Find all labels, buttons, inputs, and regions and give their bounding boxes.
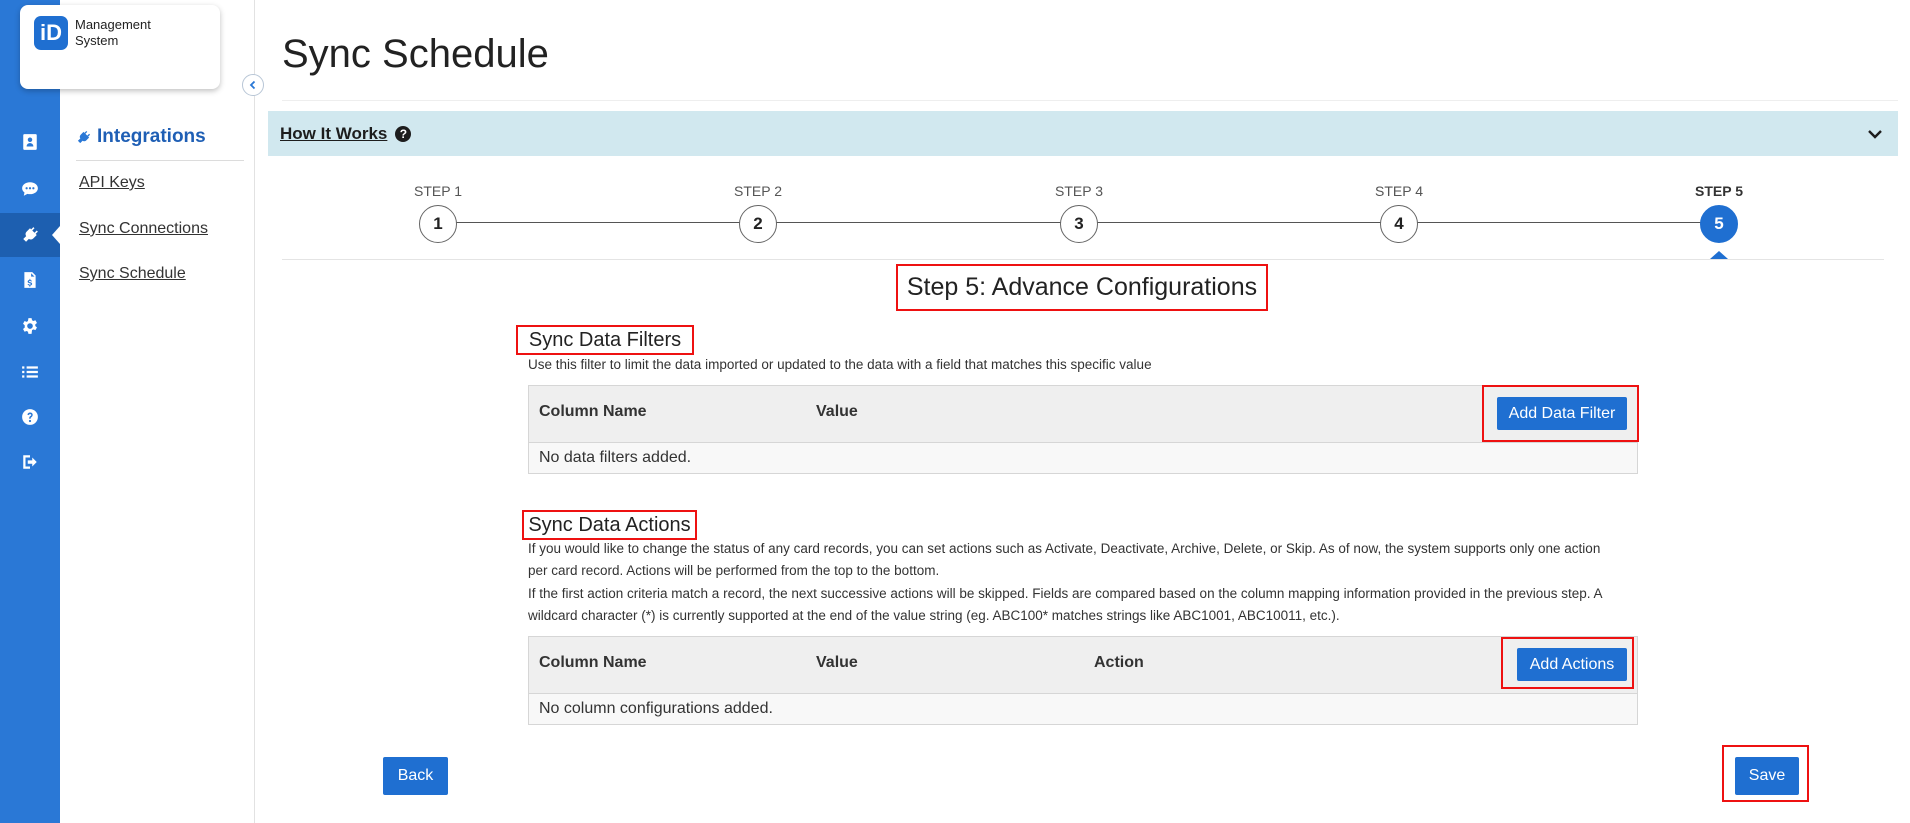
plug-icon [23,227,38,242]
empty-state: No data filters added. [529,443,1637,473]
rail-item-messages[interactable] [0,167,60,211]
logo-text: Management System [75,17,151,48]
actions-table: Column Name Value Action No column confi… [528,636,1638,725]
step-number: 4 [1380,205,1418,243]
list-icon [22,366,38,378]
icon-rail [0,0,60,823]
highlight-box [522,510,697,540]
step-label: STEP 4 [1375,183,1423,199]
step-1[interactable]: STEP 1 1 [408,183,468,243]
document-dollar-icon [24,272,36,288]
help-icon [22,409,38,425]
column-header: Column Name [539,403,647,420]
column-header: Action [1094,654,1144,671]
step-number: 2 [739,205,777,243]
gear-icon [23,318,37,334]
step-number: 1 [419,205,457,243]
step-label: STEP 2 [734,183,782,199]
rail-item-integrations[interactable] [0,213,60,257]
page-title: Sync Schedule [282,32,549,76]
filters-description: Use this filter to limit the data import… [528,357,1152,372]
how-it-works-accordion[interactable]: How It Works ? [268,111,1898,156]
empty-state: No column configurations added. [529,694,1637,724]
rail-item-contacts[interactable] [0,120,60,164]
step-5[interactable]: STEP 5 5 [1689,183,1749,243]
sidebar-title-label: Integrations [97,126,206,147]
divider [282,100,1898,101]
collapse-sidebar-button[interactable] [242,74,264,96]
table-header: Column Name Value Action [529,637,1637,694]
logo: iD [34,16,68,50]
step-number: 3 [1060,205,1098,243]
column-header: Value [816,654,858,671]
divider [282,259,1884,260]
filters-table: Column Name Value No data filters added. [528,385,1638,474]
column-header: Column Name [539,654,647,671]
step-2[interactable]: STEP 2 2 [728,183,788,243]
table-header: Column Name Value [529,386,1637,443]
rail-item-billing[interactable] [0,258,60,302]
step-4[interactable]: STEP 4 4 [1369,183,1429,243]
step-label: STEP 3 [1055,183,1103,199]
highlight-box [1501,637,1634,689]
question-circle-icon: ? [395,125,412,142]
step-label: STEP 5 [1695,183,1743,199]
logout-icon [23,455,37,469]
highlight-box [516,325,694,355]
sidebar-item-sync-schedule[interactable]: Sync Schedule [79,265,186,283]
rail-item-help[interactable] [0,395,60,439]
contacts-icon [23,134,37,150]
rail-item-settings[interactable] [0,304,60,348]
rail-item-list[interactable] [0,350,60,394]
step-3[interactable]: STEP 3 3 [1049,183,1109,243]
highlight-box [1722,745,1809,802]
back-button[interactable]: Back [383,757,448,795]
chevron-left-icon [249,80,256,90]
sub-navigation: Integrations API Keys Sync Connections S… [60,0,255,823]
how-it-works-label[interactable]: How It Works [280,124,387,144]
active-step-indicator [1710,251,1728,259]
chevron-down-icon[interactable] [1866,125,1884,143]
divider [76,160,244,161]
sidebar-section-title: Integrations [76,126,206,148]
plug-icon [77,130,91,143]
app-logo-card: iD Management System [20,5,220,89]
step-label: STEP 1 [414,183,462,199]
column-header: Value [816,403,858,420]
actions-description-1: If you would like to change the status o… [528,541,1601,578]
highlight-box [1482,385,1639,442]
sidebar-item-api-keys[interactable]: API Keys [79,174,145,192]
sidebar-item-sync-connections[interactable]: Sync Connections [79,220,208,238]
highlight-box [896,264,1268,311]
step-number: 5 [1700,205,1738,243]
actions-description-2: If the first action criteria match a rec… [528,586,1602,623]
rail-item-logout[interactable] [0,440,60,484]
chat-icon [22,182,38,196]
